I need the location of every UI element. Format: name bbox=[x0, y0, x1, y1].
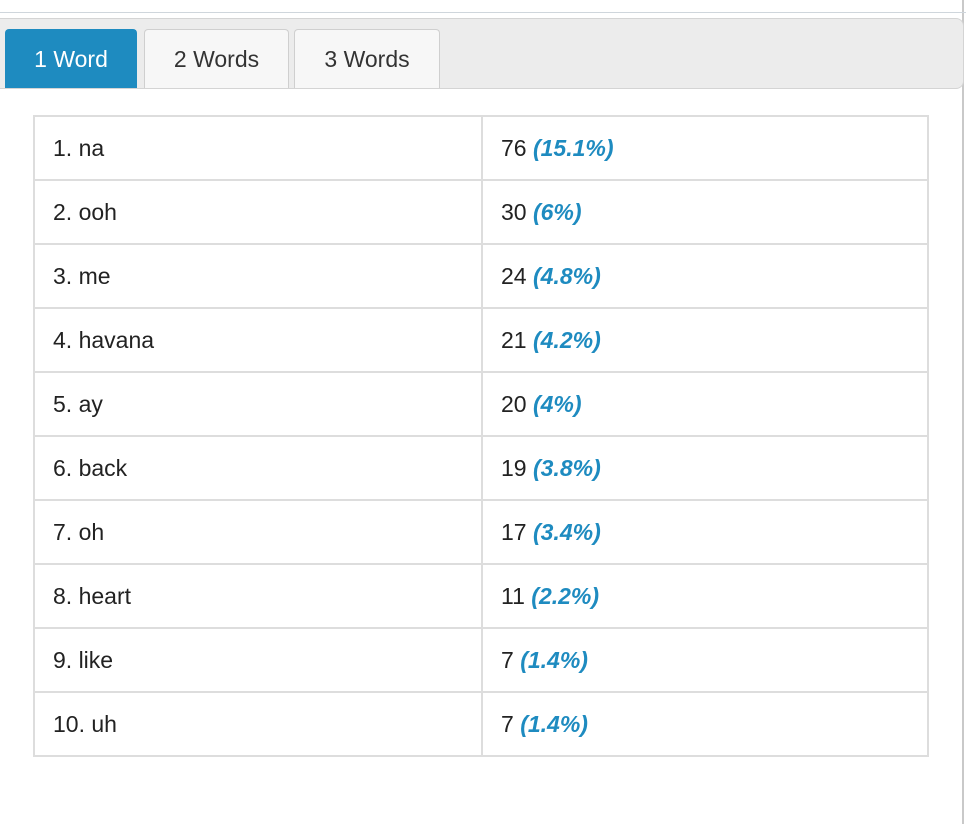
percentage-value: (4.8%) bbox=[532, 262, 601, 289]
count-value: 7 bbox=[501, 646, 514, 673]
percentage-value: (2.2%) bbox=[531, 582, 600, 609]
word-cell: 4. havana bbox=[33, 307, 483, 373]
count-value: 11 bbox=[501, 582, 525, 609]
percentage-value: (4%) bbox=[532, 390, 582, 417]
top-divider bbox=[0, 12, 966, 13]
table-row: 5. ay 20 (4%) bbox=[33, 371, 929, 437]
count-cell: 24 (4.8%) bbox=[481, 243, 929, 309]
count-cell: 19 (3.8%) bbox=[481, 435, 929, 501]
tab-1-word[interactable]: 1 Word bbox=[5, 29, 137, 88]
count-cell: 30 (6%) bbox=[481, 179, 929, 245]
table-row: 6. back 19 (3.8%) bbox=[33, 435, 929, 501]
percentage-value: (1.4%) bbox=[520, 710, 588, 737]
count-value: 19 bbox=[501, 454, 527, 481]
count-cell: 17 (3.4%) bbox=[481, 499, 929, 565]
count-value: 20 bbox=[501, 390, 527, 417]
count-value: 21 bbox=[501, 326, 527, 353]
table-row: 8. heart 11 (2.2%) bbox=[33, 563, 929, 629]
table-row: 9. like 7 (1.4%) bbox=[33, 627, 929, 693]
word-cell: 2. ooh bbox=[33, 179, 483, 245]
word-cell: 10. uh bbox=[33, 691, 483, 757]
word-cell: 1. na bbox=[33, 115, 483, 181]
count-value: 7 bbox=[501, 710, 514, 737]
count-cell: 20 (4%) bbox=[481, 371, 929, 437]
table-row: 4. havana 21 (4.2%) bbox=[33, 307, 929, 373]
count-cell: 7 (1.4%) bbox=[481, 691, 929, 757]
count-value: 30 bbox=[501, 198, 527, 225]
table-row: 7. oh 17 (3.4%) bbox=[33, 499, 929, 565]
percentage-value: (15.1%) bbox=[532, 134, 614, 161]
word-cell: 9. like bbox=[33, 627, 483, 693]
count-value: 76 bbox=[501, 134, 527, 161]
percentage-value: (1.4%) bbox=[520, 646, 588, 673]
percentage-value: (4.2%) bbox=[532, 326, 601, 353]
table-row: 2. ooh 30 (6%) bbox=[33, 179, 929, 245]
count-value: 17 bbox=[501, 518, 527, 545]
table-row: 10. uh 7 (1.4%) bbox=[33, 691, 929, 757]
percentage-value: (3.8%) bbox=[532, 454, 601, 481]
percentage-value: (3.4%) bbox=[532, 518, 601, 545]
word-cell: 7. oh bbox=[33, 499, 483, 565]
count-cell: 11 (2.2%) bbox=[481, 563, 929, 629]
percentage-value: (6%) bbox=[532, 198, 582, 225]
word-cell: 5. ay bbox=[33, 371, 483, 437]
count-cell: 76 (15.1%) bbox=[481, 115, 929, 181]
count-cell: 7 (1.4%) bbox=[481, 627, 929, 693]
word-cell: 8. heart bbox=[33, 563, 483, 629]
word-cell: 3. me bbox=[33, 243, 483, 309]
count-cell: 21 (4.2%) bbox=[481, 307, 929, 373]
word-cell: 6. back bbox=[33, 435, 483, 501]
tab-2-words[interactable]: 2 Words bbox=[144, 29, 289, 88]
table-row: 1. na 76 (15.1%) bbox=[33, 115, 929, 181]
count-value: 24 bbox=[501, 262, 527, 289]
tab-3-words[interactable]: 3 Words bbox=[294, 29, 440, 88]
table-row: 3. me 24 (4.8%) bbox=[33, 243, 929, 309]
word-frequency-table: 1. na 76 (15.1%) 2. ooh 30 (6%) 3. me 24 (4.8… bbox=[33, 115, 929, 757]
